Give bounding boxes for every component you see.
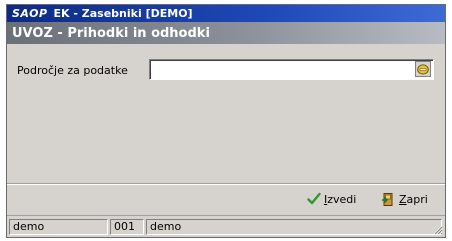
window-titlebar: SAOP EK - Zasebniki [DEMO]	[7, 5, 445, 22]
close-button-label: Zapri	[399, 193, 428, 206]
window-title: EK - Zasebniki [DEMO]	[53, 7, 193, 20]
form-heading: UVOZ - Prihodki in odhodki	[7, 22, 445, 44]
run-button[interactable]: Izvedi	[307, 192, 356, 206]
checkmark-icon	[307, 192, 321, 205]
folder-browse-icon	[417, 63, 429, 75]
browse-button[interactable]	[415, 61, 431, 77]
close-button[interactable]: Zapri	[381, 192, 428, 207]
run-button-label: Izvedi	[324, 192, 357, 206]
app-window: SAOP EK - Zasebniki [DEMO] UVOZ - Prihod…	[6, 4, 446, 238]
status-user: demo	[9, 219, 108, 235]
app-logo: SAOP	[12, 7, 48, 20]
door-exit-icon	[382, 193, 393, 206]
status-code: 001	[110, 219, 144, 235]
data-area-label: Področje za podatke	[17, 64, 128, 77]
status-company: demo	[146, 219, 442, 235]
status-bar: demo 001 demo	[7, 215, 445, 237]
data-area-input[interactable]	[149, 59, 434, 80]
action-bar: Izvedi Zapri	[7, 185, 445, 215]
resize-grip-icon[interactable]	[431, 223, 443, 235]
